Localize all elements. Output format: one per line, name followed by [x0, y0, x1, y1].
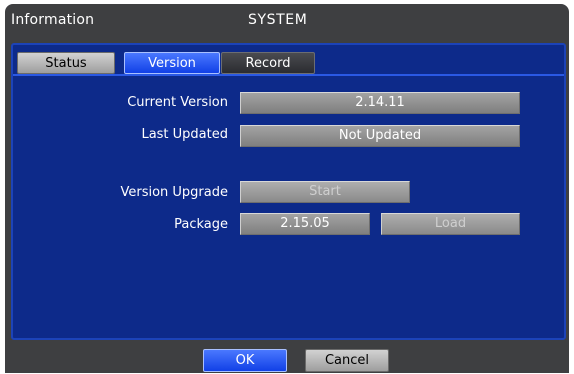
- start-button[interactable]: Start: [240, 181, 410, 203]
- current-version-value: 2.14.11: [240, 92, 520, 114]
- last-updated-label: Last Updated: [141, 127, 228, 142]
- last-updated-value: Not Updated: [240, 125, 520, 147]
- cancel-button[interactable]: Cancel: [305, 349, 389, 372]
- tab-underline: [13, 74, 564, 76]
- current-version-label: Current Version: [127, 95, 228, 110]
- title-bar: Information SYSTEM: [5, 4, 569, 39]
- package-input[interactable]: 2.15.05: [240, 213, 370, 235]
- section-title: SYSTEM: [248, 12, 308, 28]
- dialog-footer: [5, 342, 569, 373]
- window-title: Information: [11, 12, 95, 28]
- load-button[interactable]: Load: [381, 213, 520, 235]
- version-panel: Status Version Record Current Version 2.…: [11, 43, 566, 340]
- tab-version[interactable]: Version: [124, 52, 220, 74]
- package-label: Package: [174, 217, 228, 232]
- version-upgrade-label: Version Upgrade: [120, 185, 228, 200]
- information-window: Information SYSTEM Status Version Record…: [5, 4, 569, 373]
- tab-status[interactable]: Status: [17, 52, 115, 74]
- tab-record[interactable]: Record: [221, 52, 315, 74]
- ok-button[interactable]: OK: [203, 349, 287, 372]
